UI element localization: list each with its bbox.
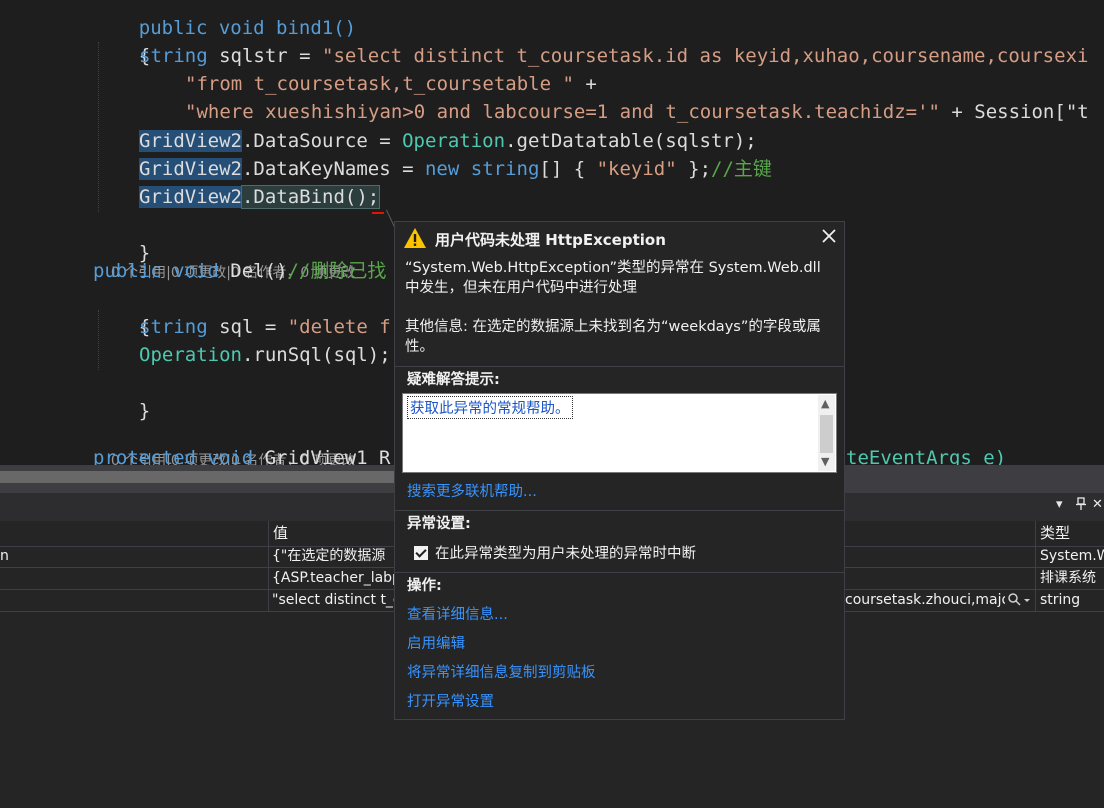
general-help-link[interactable]: 获取此异常的常规帮助。 bbox=[407, 396, 573, 419]
section-header-tips: 疑难解答提示: bbox=[395, 366, 844, 393]
code-token: GridView2 bbox=[139, 158, 242, 180]
scroll-down-icon[interactable]: ▼ bbox=[821, 455, 829, 468]
scrollbar-thumb[interactable] bbox=[820, 415, 833, 453]
cell-value: "select distinct t_co bbox=[272, 592, 402, 608]
code-comment: //删除已找 bbox=[287, 260, 387, 282]
column-separator bbox=[268, 590, 269, 611]
code-comment: //主键 bbox=[711, 158, 772, 180]
scrollbar-thumb[interactable] bbox=[0, 471, 460, 483]
code-token: }; bbox=[676, 158, 712, 180]
action-open-exception-settings[interactable]: 打开异常设置 bbox=[407, 690, 494, 711]
code-line: { bbox=[93, 14, 150, 67]
break-checkbox[interactable] bbox=[414, 546, 428, 560]
warning-icon bbox=[403, 226, 427, 254]
popup-title: 用户代码未处理 HttpException bbox=[435, 231, 666, 249]
code-token: string bbox=[470, 158, 540, 180]
cell-type: 排课系统 bbox=[1040, 570, 1096, 586]
code-line: { bbox=[93, 285, 150, 338]
code-string: "delete f bbox=[287, 316, 391, 338]
code-string: "where xueshishiyan>0 and labcourse=1 an… bbox=[185, 101, 940, 123]
break-checkbox-label[interactable]: 在此异常类型为用户未处理的异常时中断 bbox=[435, 542, 696, 563]
code-line: public void bind1() bbox=[93, 0, 356, 39]
close-icon[interactable] bbox=[821, 226, 837, 250]
section-header-settings: 异常设置: bbox=[395, 510, 844, 537]
code-token: .runSql(sql); bbox=[241, 344, 391, 366]
column-separator bbox=[1035, 590, 1036, 611]
code-line-current: GridView2.DataBind(); bbox=[139, 183, 381, 211]
code-token: string bbox=[139, 316, 208, 338]
cell-value: {"在选定的数据源 bbox=[272, 548, 386, 564]
code-token: Del() bbox=[218, 260, 288, 282]
column-separator bbox=[1035, 568, 1036, 589]
column-separator bbox=[1035, 546, 1036, 567]
code-line: teEventArgs e) bbox=[846, 444, 1006, 465]
code-token: sql = bbox=[207, 316, 288, 338]
code-line: string sql = "delete f bbox=[139, 313, 391, 341]
code-token: teEventArgs e) bbox=[846, 447, 1007, 465]
code-token: + Session["t bbox=[939, 101, 1089, 123]
code-token: [] { bbox=[539, 158, 597, 180]
code-line: string sqlstr = "select distinct t_cours… bbox=[139, 42, 1088, 70]
code-token: sqlstr = bbox=[207, 45, 323, 67]
code-string: "keyid" bbox=[596, 158, 677, 180]
code-line: protected void GridView1_R bbox=[93, 444, 390, 465]
code-line: } bbox=[93, 369, 150, 422]
vertical-scrollbar[interactable]: ▲ ▼ bbox=[818, 395, 835, 471]
exception-helper-popup: 用户代码未处理 HttpException “System.Web.HttpEx… bbox=[394, 221, 845, 720]
code-line: GridView2.DataSource = Operation.getData… bbox=[139, 127, 757, 155]
code-line: "where xueshishiyan>0 and labcourse=1 an… bbox=[185, 98, 1089, 126]
code-token: Operation bbox=[402, 130, 506, 152]
help-tips-list[interactable]: 获取此异常的常规帮助。 ▲ ▼ bbox=[402, 393, 837, 473]
section-header-actions: 操作: bbox=[395, 572, 844, 599]
magnifier-icon[interactable] bbox=[1006, 590, 1034, 611]
code-token: + bbox=[573, 73, 597, 95]
code-line: GridView2.DataKeyNames = new string[] { … bbox=[139, 155, 772, 183]
code-token: public void bbox=[93, 260, 219, 282]
code-token: .DataSource = bbox=[241, 130, 403, 152]
code-line: Operation.runSql(sql); bbox=[139, 341, 391, 369]
code-token: new bbox=[424, 158, 460, 180]
column-header-value[interactable]: 值 bbox=[273, 521, 288, 546]
code-token: protected void bbox=[93, 447, 254, 465]
cell-name bbox=[0, 568, 20, 589]
code-string: "select distinct t_coursetask.id as keyi… bbox=[322, 45, 1089, 67]
cell-type: System.W bbox=[1040, 548, 1104, 564]
cell-name bbox=[0, 590, 20, 611]
exception-message: “System.Web.HttpException”类型的异常在 System.… bbox=[405, 260, 821, 296]
code-token: public void bind1() bbox=[138, 17, 357, 39]
code-token: GridView2 bbox=[139, 130, 242, 152]
code-line: "from t_coursetask,t_coursetable " + bbox=[185, 70, 597, 98]
column-separator bbox=[268, 568, 269, 589]
pin-icon[interactable] bbox=[1075, 497, 1087, 515]
code-token-exception: .DataBind(); bbox=[240, 185, 381, 209]
cell-type: string bbox=[1040, 592, 1081, 608]
cell-value: {ASP.teacher_labpa bbox=[272, 570, 402, 586]
action-enable-editing[interactable]: 启用编辑 bbox=[407, 632, 465, 653]
column-separator bbox=[268, 546, 269, 567]
cell-name: n bbox=[0, 548, 9, 564]
scroll-up-icon[interactable]: ▲ bbox=[821, 397, 829, 410]
code-token: GridView2 bbox=[139, 186, 242, 208]
additional-info: 其他信息: 在选定的数据源上未找到名为“weekdays”的字段或属性。 bbox=[405, 319, 821, 355]
code-token: Operation bbox=[139, 344, 242, 366]
code-token: .DataKeyNames = bbox=[241, 158, 425, 180]
code-line: public void Del()//删除已找 bbox=[93, 257, 386, 285]
code-token: .getDatatable(sqlstr); bbox=[505, 130, 757, 152]
column-separator[interactable] bbox=[268, 521, 269, 546]
column-separator[interactable] bbox=[1035, 521, 1036, 546]
cell-value-tail: coursetask.zhouci,major, bbox=[845, 592, 1005, 608]
error-squiggle bbox=[372, 208, 384, 214]
action-view-details[interactable]: 查看详细信息... bbox=[407, 603, 508, 624]
code-token: } bbox=[138, 400, 151, 422]
action-copy-details[interactable]: 将异常详细信息复制到剪贴板 bbox=[407, 661, 596, 682]
code-string: "from t_coursetask,t_coursetable " bbox=[185, 73, 574, 95]
column-header-type[interactable]: 类型 bbox=[1040, 521, 1070, 546]
search-online-link[interactable]: 搜索更多联机帮助... bbox=[407, 480, 537, 501]
code-token: GridView1_R bbox=[253, 447, 391, 465]
code-token: string bbox=[139, 45, 208, 67]
dropdown-icon[interactable]: ▾ bbox=[1056, 497, 1063, 512]
close-icon[interactable]: ✕ bbox=[1092, 497, 1103, 512]
